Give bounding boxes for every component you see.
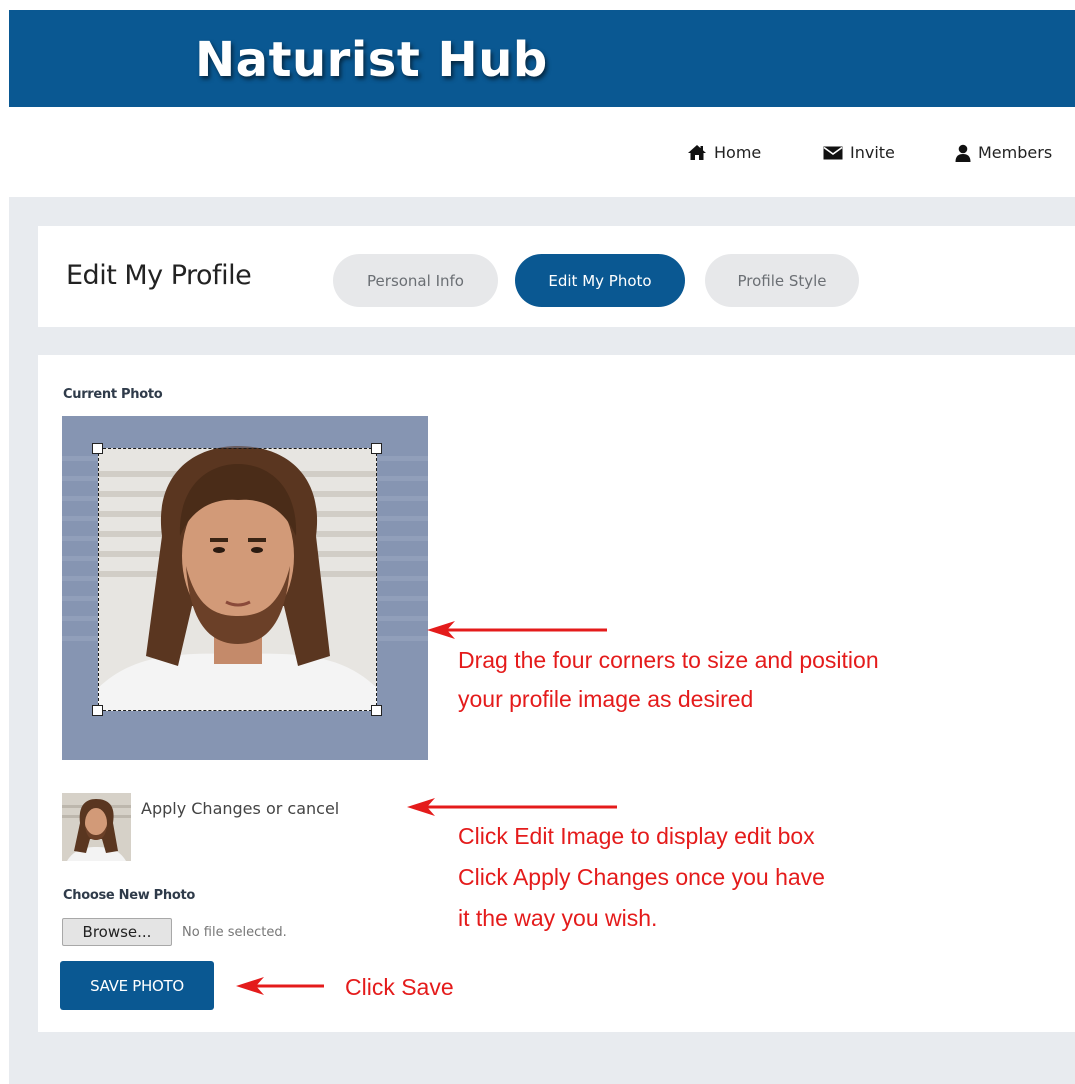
- apply-changes-link[interactable]: Apply Changes: [141, 799, 261, 818]
- home-icon: [687, 144, 707, 161]
- nav-item-members[interactable]: Members: [955, 143, 1052, 162]
- crop-handle-bottom-right[interactable]: [371, 705, 382, 716]
- crop-selection-box[interactable]: [98, 448, 377, 711]
- annotation-drag-line2: your profile image as desired: [458, 686, 754, 712]
- photo-thumbnail: [62, 793, 131, 861]
- annotation-drag-line1: Drag the four corners to size and positi…: [458, 647, 879, 673]
- annotation-save-note: Click Save: [345, 974, 454, 1000]
- page-title: Edit My Profile: [66, 260, 252, 291]
- file-status-text: No file selected.: [182, 925, 287, 940]
- site-title: Naturist Hub: [195, 32, 548, 88]
- tab-profile-style[interactable]: Profile Style: [705, 254, 859, 307]
- arrow-left-icon: [236, 977, 324, 995]
- browse-button[interactable]: Browse...: [62, 918, 172, 946]
- choose-new-photo-label: Choose New Photo: [63, 888, 196, 903]
- cancel-link[interactable]: cancel: [287, 799, 339, 818]
- annotation-edit-line3: it the way you wish.: [458, 905, 658, 931]
- or-text: or: [265, 799, 283, 818]
- envelope-icon: [823, 146, 843, 160]
- current-photo-label: Current Photo: [63, 387, 163, 402]
- save-photo-button[interactable]: SAVE PHOTO: [60, 961, 214, 1010]
- annotation-edit-line2: Click Apply Changes once you have: [458, 864, 825, 890]
- crop-handle-top-left[interactable]: [92, 443, 103, 454]
- nav-item-invite[interactable]: Invite: [823, 143, 895, 162]
- tab-personal-info[interactable]: Personal Info: [333, 254, 498, 307]
- nav-item-home[interactable]: Home: [687, 143, 761, 162]
- arrow-left-icon: [427, 621, 607, 639]
- site-banner: Naturist Hub: [9, 10, 1075, 107]
- thumbnail-image: [62, 793, 131, 861]
- tab-edit-my-photo[interactable]: Edit My Photo: [515, 254, 685, 307]
- profile-header-card: Edit My Profile Personal Info Edit My Ph…: [38, 226, 1075, 327]
- crop-handle-top-right[interactable]: [371, 443, 382, 454]
- nav-members-label: Members: [978, 143, 1053, 162]
- crop-handle-bottom-left[interactable]: [92, 705, 103, 716]
- annotation-edit-line1: Click Edit Image to display edit box: [458, 823, 815, 849]
- user-icon: [955, 144, 971, 162]
- nav-home-label: Home: [714, 143, 762, 162]
- nav-invite-label: Invite: [850, 143, 895, 162]
- apply-changes-row: Apply Changes or cancel: [141, 799, 339, 818]
- top-nav: Home Invite Members: [0, 107, 1075, 197]
